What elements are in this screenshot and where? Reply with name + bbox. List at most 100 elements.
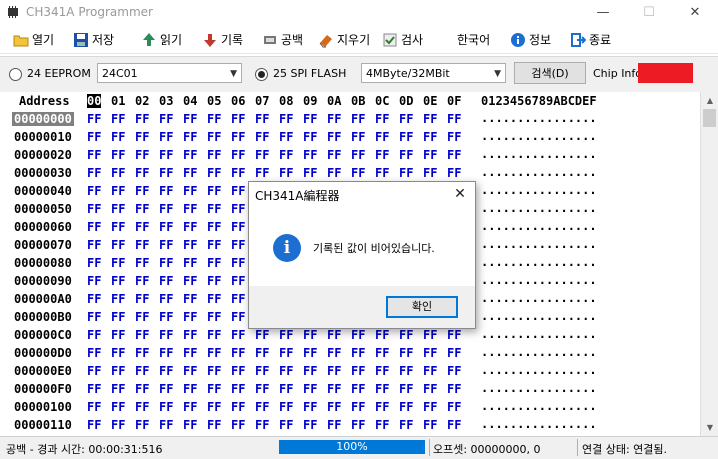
hex-byte-cell[interactable]: FF	[111, 202, 125, 216]
hex-byte-cell[interactable]: FF	[87, 418, 101, 432]
hex-byte-cell[interactable]: FF	[111, 310, 125, 324]
hex-byte-cell[interactable]: FF	[135, 418, 149, 432]
hex-byte-cell[interactable]: FF	[159, 400, 173, 414]
hex-byte-cell[interactable]: FF	[423, 400, 437, 414]
hex-byte-cell[interactable]: FF	[423, 346, 437, 360]
hex-byte-cell[interactable]: FF	[159, 130, 173, 144]
hex-byte-cell[interactable]: FF	[447, 400, 461, 414]
hex-byte-cell[interactable]: FF	[87, 184, 101, 198]
spi-size-select[interactable]: 4MByte/32MBit ▼	[361, 63, 506, 83]
hex-byte-cell[interactable]: FF	[231, 166, 245, 180]
hex-byte-cell[interactable]: FF	[135, 382, 149, 396]
hex-byte-cell[interactable]: FF	[111, 364, 125, 378]
hex-byte-cell[interactable]: FF	[231, 292, 245, 306]
hex-byte-cell[interactable]: FF	[159, 112, 173, 126]
hex-byte-cell[interactable]: FF	[183, 382, 197, 396]
ok-button[interactable]: 확인	[386, 296, 458, 318]
hex-byte-cell[interactable]: FF	[447, 328, 461, 342]
dialog-close-button[interactable]: ✕	[447, 182, 473, 206]
hex-byte-cell[interactable]: FF	[87, 238, 101, 252]
hex-byte-cell[interactable]: FF	[207, 400, 221, 414]
hex-byte-cell[interactable]: FF	[279, 166, 293, 180]
minimize-button[interactable]: —	[580, 0, 626, 26]
hex-byte-cell[interactable]: FF	[159, 310, 173, 324]
hex-byte-cell[interactable]: FF	[183, 310, 197, 324]
hex-byte-cell[interactable]: FF	[111, 274, 125, 288]
hex-byte-cell[interactable]: FF	[87, 310, 101, 324]
hex-byte-cell[interactable]: FF	[351, 346, 365, 360]
hex-byte-cell[interactable]: FF	[135, 310, 149, 324]
hex-byte-cell[interactable]: FF	[303, 364, 317, 378]
hex-byte-cell[interactable]: FF	[183, 328, 197, 342]
hex-byte-cell[interactable]: FF	[207, 346, 221, 360]
hex-byte-cell[interactable]: FF	[231, 220, 245, 234]
hex-byte-cell[interactable]: FF	[207, 274, 221, 288]
hex-byte-cell[interactable]: FF	[231, 148, 245, 162]
hex-byte-cell[interactable]: FF	[447, 364, 461, 378]
hex-byte-cell[interactable]: FF	[279, 364, 293, 378]
hex-byte-cell[interactable]: FF	[207, 328, 221, 342]
hex-byte-cell[interactable]: FF	[183, 166, 197, 180]
hex-byte-cell[interactable]: FF	[183, 202, 197, 216]
hex-byte-cell[interactable]: FF	[111, 184, 125, 198]
hex-byte-cell[interactable]: FF	[183, 112, 197, 126]
hex-byte-cell[interactable]: FF	[87, 220, 101, 234]
hex-byte-cell[interactable]: FF	[159, 184, 173, 198]
hex-byte-cell[interactable]: FF	[327, 130, 341, 144]
hex-byte-cell[interactable]: FF	[135, 202, 149, 216]
scroll-thumb[interactable]	[703, 109, 716, 127]
hex-byte-cell[interactable]: FF	[423, 130, 437, 144]
hex-byte-cell[interactable]: FF	[255, 166, 269, 180]
hex-byte-cell[interactable]: FF	[375, 130, 389, 144]
hex-byte-cell[interactable]: FF	[279, 418, 293, 432]
hex-byte-cell[interactable]: FF	[135, 166, 149, 180]
hex-byte-cell[interactable]: FF	[207, 382, 221, 396]
hex-byte-cell[interactable]: FF	[303, 418, 317, 432]
maximize-button[interactable]: ☐	[626, 0, 672, 26]
language-button[interactable]: 한국어	[457, 29, 490, 51]
hex-byte-cell[interactable]: FF	[327, 328, 341, 342]
hex-byte-cell[interactable]: FF	[231, 274, 245, 288]
hex-byte-cell[interactable]: FF	[183, 238, 197, 252]
hex-byte-cell[interactable]: FF	[87, 328, 101, 342]
hex-byte-cell[interactable]: FF	[111, 256, 125, 270]
hex-byte-cell[interactable]: FF	[231, 328, 245, 342]
hex-byte-cell[interactable]: FF	[399, 418, 413, 432]
hex-byte-cell[interactable]: FF	[399, 130, 413, 144]
hex-byte-cell[interactable]: FF	[159, 220, 173, 234]
hex-byte-cell[interactable]: FF	[183, 346, 197, 360]
hex-byte-cell[interactable]: FF	[183, 256, 197, 270]
hex-byte-cell[interactable]: FF	[135, 130, 149, 144]
hex-byte-cell[interactable]: FF	[399, 400, 413, 414]
hex-byte-cell[interactable]: FF	[231, 238, 245, 252]
hex-byte-cell[interactable]: FF	[87, 274, 101, 288]
hex-byte-cell[interactable]: FF	[183, 418, 197, 432]
hex-byte-cell[interactable]: FF	[231, 382, 245, 396]
hex-byte-cell[interactable]: FF	[183, 130, 197, 144]
hex-byte-cell[interactable]: FF	[375, 346, 389, 360]
hex-byte-cell[interactable]: FF	[87, 256, 101, 270]
hex-byte-cell[interactable]: FF	[207, 238, 221, 252]
hex-byte-cell[interactable]: FF	[327, 166, 341, 180]
info-button[interactable]: 정보	[510, 29, 551, 51]
hex-byte-cell[interactable]: FF	[135, 112, 149, 126]
hex-byte-cell[interactable]: FF	[375, 400, 389, 414]
hex-byte-cell[interactable]: FF	[207, 202, 221, 216]
hex-byte-cell[interactable]: FF	[327, 112, 341, 126]
blank-check-button[interactable]: 공백	[262, 29, 303, 51]
hex-byte-cell[interactable]: FF	[327, 148, 341, 162]
hex-byte-cell[interactable]: FF	[135, 148, 149, 162]
hex-byte-cell[interactable]: FF	[111, 112, 125, 126]
hex-byte-cell[interactable]: FF	[279, 328, 293, 342]
hex-byte-cell[interactable]: FF	[87, 364, 101, 378]
hex-row[interactable]: 00000100 FF FF FF FF FF FF FF FF FF FF FF FF FF FF FF FF…	[0, 398, 700, 416]
hex-byte-cell[interactable]: FF	[207, 112, 221, 126]
hex-byte-cell[interactable]: FF	[447, 148, 461, 162]
hex-byte-cell[interactable]: FF	[135, 256, 149, 270]
hex-byte-cell[interactable]: FF	[159, 346, 173, 360]
hex-byte-cell[interactable]: FF	[255, 148, 269, 162]
hex-byte-cell[interactable]: FF	[399, 148, 413, 162]
hex-byte-cell[interactable]: FF	[159, 418, 173, 432]
hex-byte-cell[interactable]: FF	[111, 382, 125, 396]
hex-byte-cell[interactable]: FF	[279, 148, 293, 162]
